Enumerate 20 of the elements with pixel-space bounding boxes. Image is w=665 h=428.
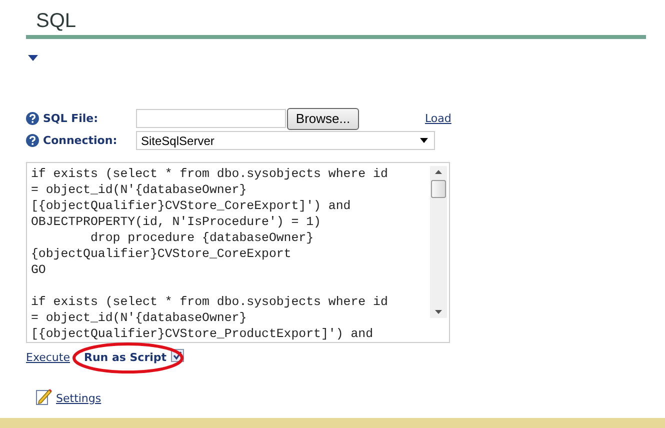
help-icon[interactable] bbox=[26, 112, 39, 125]
page-title: SQL bbox=[36, 10, 78, 32]
pencil-notepad-icon[interactable] bbox=[36, 388, 52, 405]
settings-link[interactable]: Settings bbox=[56, 392, 102, 405]
caret-icon[interactable] bbox=[28, 55, 38, 61]
field-label: Connection: bbox=[43, 134, 118, 147]
scroll-down-icon[interactable] bbox=[435, 310, 442, 314]
help-icon[interactable] bbox=[26, 134, 39, 147]
field-label: SQL File: bbox=[43, 112, 100, 125]
execute-link[interactable]: Execute bbox=[26, 351, 70, 364]
file-path-field[interactable] bbox=[136, 109, 286, 128]
scroll-thumb[interactable] bbox=[431, 180, 446, 198]
scrollbar[interactable] bbox=[430, 166, 447, 318]
load-link[interactable]: Load bbox=[425, 112, 452, 125]
connection-dropdown[interactable]: SiteSqlServer bbox=[136, 131, 435, 150]
scroll-up-icon[interactable] bbox=[435, 170, 442, 174]
dropdown-arrow-icon[interactable] bbox=[420, 138, 428, 143]
browse-button[interactable]: Browse... bbox=[287, 108, 359, 130]
run-as-script-label: Run as Script bbox=[84, 351, 167, 364]
sql-textarea[interactable]: if exists (select * from dbo.sysobjects where id = object_id(N'{databaseOwner} [{objectQualifier}CVStore_CoreExport]') and OBJECTPROPERTY(id, N'IsProcedure') = 1) drop procedure {databaseOwner} {objectQualifier}CVStore_CoreExport GO if exists (select * from dbo.sysobjects where id = object_id(N'{databaseOwner} [{objectQualifier}CVStore_ProductExport]') and bbox=[26, 162, 450, 343]
